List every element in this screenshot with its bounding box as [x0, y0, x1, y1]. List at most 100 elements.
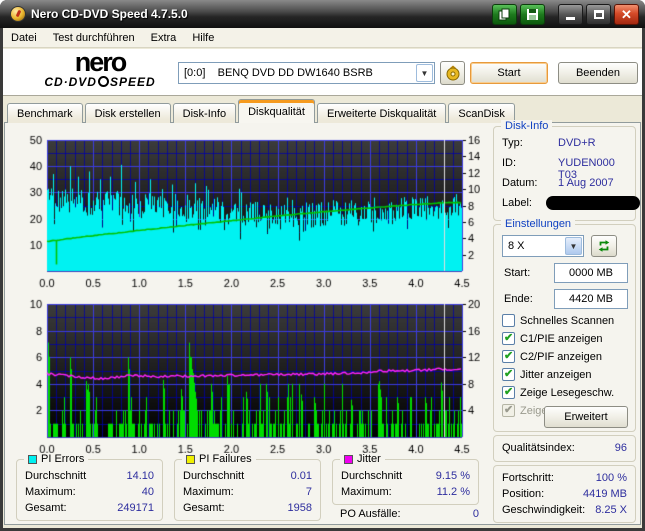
pi-errors-swatch-icon — [28, 455, 37, 464]
tab-disk-info[interactable]: Disk-Info — [172, 103, 237, 123]
disk-info-title: Disk-Info — [501, 120, 553, 133]
checkbox-zeige-lesegeschw[interactable]: Zeige Lesegeschw. — [502, 385, 614, 400]
client-area: Datei Test durchführen Extra Hilfe nero … — [3, 28, 642, 528]
tab-disk-erstellen[interactable]: Disk erstellen — [84, 103, 171, 123]
refresh-icon — [598, 240, 610, 252]
stat-label: Maximum: — [183, 486, 234, 498]
pi-failures-jitter-chart — [8, 292, 480, 456]
copy-icon — [498, 8, 510, 20]
stat-value: 9.15 % — [435, 470, 470, 482]
pi-errors-chart — [8, 128, 480, 288]
stat-value: 14.10 — [126, 470, 154, 482]
menubar: Datei Test durchführen Extra Hilfe — [3, 28, 642, 48]
jitter-stats-group: Jitter Durchschnitt 9.15 % Maximum: 11.2 % — [332, 453, 479, 505]
save-results-button[interactable] — [520, 3, 545, 25]
drive-select[interactable]: [0:0] BENQ DVD DD DW1640 BSRB ▼ — [178, 62, 435, 84]
refresh-button[interactable] — [591, 235, 617, 257]
menu-datei[interactable]: Datei — [3, 30, 45, 46]
header: nero CD·DVD SPEED [0:0] BENQ DVD DD DW164… — [3, 49, 642, 96]
app-window: Nero CD-DVD Speed 4.7.5.0 ✕ Datei Test d… — [0, 0, 645, 531]
quality-index-label: Qualitätsindex: — [502, 442, 575, 454]
app-icon — [10, 6, 26, 22]
checkbox-label: C1/PIE anzeigen — [520, 332, 603, 345]
stat-label: Gesamt: — [25, 502, 67, 514]
position-value: 4419 MB — [582, 488, 627, 500]
pi-failures-stats-group: PI Failures Durchschnitt 0.01 Maximum: 7 G… — [174, 453, 321, 521]
pi-failures-swatch-icon — [186, 455, 195, 464]
checkbox-box[interactable] — [502, 349, 515, 363]
menu-hilfe[interactable]: Hilfe — [184, 30, 222, 46]
checkbox-box[interactable] — [502, 385, 515, 399]
start-position-label: Start: — [504, 267, 531, 279]
position-label: Position: — [502, 488, 545, 500]
jitter-stats-title: Jitter — [357, 453, 381, 465]
checkbox-label: Schnelles Scannen — [520, 314, 615, 327]
progress-label: Fortschritt: — [502, 472, 554, 484]
disc-icon — [97, 76, 109, 87]
speed-label: Geschwindigkeit: — [502, 504, 586, 516]
checkbox-c2-pif-anzeigen[interactable]: C2/PIF anzeigen — [502, 349, 602, 364]
stat-label: Durchschnitt — [183, 470, 245, 482]
progress-value: 100 % — [595, 472, 627, 484]
stat-label: Durchschnitt — [341, 470, 403, 482]
quit-button[interactable]: Beenden — [558, 62, 638, 84]
nero-logo: nero CD·DVD SPEED — [25, 49, 175, 89]
disk-date-label: Datum: — [502, 177, 538, 189]
speed-select-value: 8 X — [508, 240, 525, 252]
start-button[interactable]: Start — [470, 62, 548, 84]
speed-select[interactable]: 8 X ▼ — [502, 235, 584, 257]
pi-errors-stats-title: PI Errors — [41, 453, 85, 465]
checkbox-c1-pie-anzeigen[interactable]: C1/PIE anzeigen — [502, 331, 603, 346]
disk-label-label: Label: — [502, 197, 532, 209]
drive-select-value: [0:0] BENQ DVD DD DW1640 BSRB — [184, 67, 373, 79]
maximize-icon — [593, 9, 604, 19]
speed-value: 8.25 X — [595, 504, 627, 516]
minimize-button[interactable] — [558, 3, 583, 25]
disk-id-label: ID: — [502, 157, 517, 169]
disk-label-redacted — [546, 196, 640, 210]
po-failures-label: PO Ausfälle: — [340, 508, 401, 520]
tab-erweiterte-diskqualitaet[interactable]: Erweiterte Diskqualität — [316, 103, 447, 123]
progress-box: Fortschritt: 100 % Position: 4419 MB Gesch… — [493, 465, 636, 523]
titlebar[interactable]: Nero CD-DVD Speed 4.7.5.0 ✕ — [0, 0, 645, 28]
stat-value: 249171 — [117, 502, 154, 514]
stat-value: 0.01 — [290, 470, 312, 482]
start-position-field[interactable] — [554, 263, 628, 283]
end-position-field[interactable] — [554, 289, 628, 309]
checkbox-box[interactable] — [502, 314, 515, 327]
eject-disc-icon — [446, 65, 459, 81]
end-position-label: Ende: — [504, 293, 533, 305]
checkbox-schnelles-scannen[interactable]: Schnelles Scannen — [502, 313, 614, 328]
maximize-button[interactable] — [586, 3, 611, 25]
checkbox-box[interactable] — [502, 331, 515, 345]
logo-subtext: CD·DVD SPEED — [44, 75, 156, 89]
tab-diskqualitaet[interactable]: Diskqualität — [238, 99, 315, 123]
stat-value: 11.2 % — [436, 486, 470, 498]
dropdown-arrow-icon[interactable]: ▼ — [416, 64, 433, 82]
pi-errors-stats-group: PI Errors Durchschnitt 14.10 Maximum: 40 G… — [16, 453, 163, 521]
checkbox-box[interactable] — [502, 367, 515, 381]
menu-test-durchfuehren[interactable]: Test durchführen — [45, 30, 143, 46]
checkbox-label: Zeige Lesegeschw. — [520, 386, 615, 399]
disk-date-value: 1 Aug 2007 — [558, 177, 614, 189]
checkbox-jitter-anzeigen[interactable]: Jitter anzeigen — [502, 367, 592, 382]
menu-extra[interactable]: Extra — [143, 30, 185, 46]
stat-label: Gesamt: — [183, 502, 225, 514]
stat-value: 40 — [141, 486, 154, 498]
dropdown-arrow-icon[interactable]: ▼ — [565, 237, 582, 255]
stat-label: Maximum: — [341, 486, 392, 498]
po-failures-value: 0 — [472, 508, 479, 520]
save-icon — [527, 8, 538, 20]
checkbox-label: C2/PIF anzeigen — [520, 350, 602, 363]
tabbar: Benchmark Disk erstellen Disk-Info Diskq… — [7, 99, 517, 123]
jitter-swatch-icon — [344, 455, 353, 464]
close-button[interactable]: ✕ — [614, 3, 639, 25]
disk-info-group: Disk-Info Typ: DVD+R ID: YUDEN000 T03 Da… — [493, 120, 640, 221]
advanced-button[interactable]: Erweitert — [544, 406, 628, 428]
quality-index-box: Qualitätsindex: 96 — [493, 435, 636, 462]
eject-disc-button[interactable] — [440, 61, 465, 85]
window-title: Nero CD-DVD Speed 4.7.5.0 — [31, 7, 188, 21]
tab-benchmark[interactable]: Benchmark — [7, 103, 83, 123]
stat-label: Durchschnitt — [25, 470, 87, 482]
copy-results-button[interactable] — [492, 3, 517, 25]
